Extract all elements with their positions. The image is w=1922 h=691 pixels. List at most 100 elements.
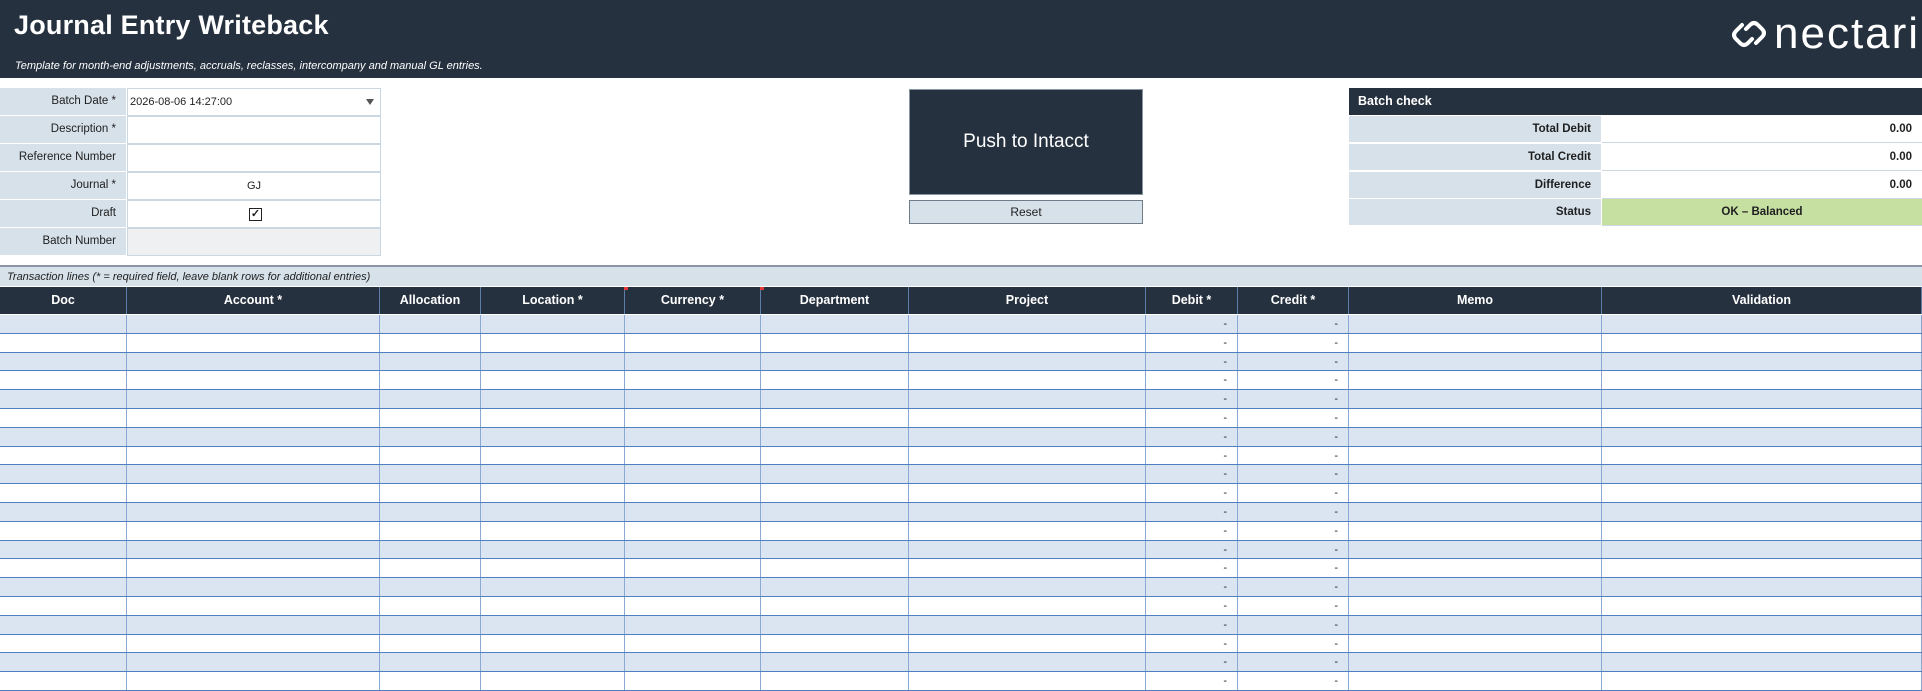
table-cell-department[interactable] bbox=[761, 315, 909, 333]
table-cell-validation[interactable] bbox=[1602, 465, 1922, 484]
table-cell-debit[interactable]: - bbox=[1146, 672, 1238, 690]
table-cell-doc[interactable] bbox=[0, 484, 127, 502]
table-cell-account[interactable] bbox=[127, 315, 380, 333]
table-cell-currency[interactable] bbox=[625, 484, 761, 502]
table-cell-doc[interactable] bbox=[0, 597, 127, 615]
table-cell-validation[interactable] bbox=[1602, 615, 1922, 634]
table-cell-department[interactable] bbox=[761, 465, 909, 484]
table-cell-currency[interactable] bbox=[625, 409, 761, 427]
table-cell-currency[interactable] bbox=[625, 653, 761, 672]
table-cell-doc[interactable] bbox=[0, 427, 127, 446]
table-cell-account[interactable] bbox=[127, 559, 380, 578]
table-cell-debit[interactable]: - bbox=[1146, 540, 1238, 559]
table-cell-project[interactable] bbox=[909, 597, 1146, 615]
table-cell-credit[interactable]: - bbox=[1238, 540, 1349, 559]
table-cell-allocation[interactable] bbox=[380, 597, 481, 615]
table-cell-location[interactable] bbox=[481, 409, 625, 427]
table-cell-credit[interactable]: - bbox=[1238, 352, 1349, 371]
table-cell-doc[interactable] bbox=[0, 446, 127, 465]
table-cell-validation[interactable] bbox=[1602, 446, 1922, 465]
table-cell-department[interactable] bbox=[761, 427, 909, 446]
table-cell-currency[interactable] bbox=[625, 540, 761, 559]
table-cell-allocation[interactable] bbox=[380, 465, 481, 484]
table-cell-department[interactable] bbox=[761, 371, 909, 390]
table-cell-memo[interactable] bbox=[1349, 597, 1602, 615]
table-cell-account[interactable] bbox=[127, 615, 380, 634]
table-cell-debit[interactable]: - bbox=[1146, 465, 1238, 484]
table-cell-location[interactable] bbox=[481, 597, 625, 615]
table-cell-doc[interactable] bbox=[0, 371, 127, 390]
table-cell-doc[interactable] bbox=[0, 634, 127, 653]
table-cell-location[interactable] bbox=[481, 465, 625, 484]
table-cell-allocation[interactable] bbox=[380, 559, 481, 578]
table-cell-credit[interactable]: - bbox=[1238, 521, 1349, 540]
table-cell-memo[interactable] bbox=[1349, 484, 1602, 502]
table-cell-validation[interactable] bbox=[1602, 634, 1922, 653]
table-cell-department[interactable] bbox=[761, 333, 909, 352]
table-cell-account[interactable] bbox=[127, 333, 380, 352]
table-cell-account[interactable] bbox=[127, 540, 380, 559]
table-cell-location[interactable] bbox=[481, 427, 625, 446]
table-cell-project[interactable] bbox=[909, 559, 1146, 578]
table-cell-project[interactable] bbox=[909, 578, 1146, 596]
reference-field[interactable] bbox=[127, 144, 381, 172]
table-cell-memo[interactable] bbox=[1349, 465, 1602, 484]
journal-field[interactable]: GJ bbox=[127, 172, 381, 200]
table-cell-debit[interactable]: - bbox=[1146, 578, 1238, 596]
dropdown-arrow-icon[interactable] bbox=[366, 99, 374, 105]
table-cell-allocation[interactable] bbox=[380, 578, 481, 596]
table-cell-debit[interactable]: - bbox=[1146, 315, 1238, 333]
table-cell-validation[interactable] bbox=[1602, 521, 1922, 540]
table-cell-credit[interactable]: - bbox=[1238, 634, 1349, 653]
table-cell-debit[interactable]: - bbox=[1146, 503, 1238, 521]
table-cell-validation[interactable] bbox=[1602, 390, 1922, 408]
table-cell-validation[interactable] bbox=[1602, 484, 1922, 502]
table-cell-project[interactable] bbox=[909, 540, 1146, 559]
table-cell-location[interactable] bbox=[481, 352, 625, 371]
table-cell-doc[interactable] bbox=[0, 653, 127, 672]
table-cell-allocation[interactable] bbox=[380, 634, 481, 653]
draft-checkbox[interactable]: ✓ bbox=[249, 208, 262, 221]
table-cell-project[interactable] bbox=[909, 315, 1146, 333]
table-cell-currency[interactable] bbox=[625, 446, 761, 465]
table-cell-doc[interactable] bbox=[0, 521, 127, 540]
table-cell-department[interactable] bbox=[761, 409, 909, 427]
table-cell-currency[interactable] bbox=[625, 559, 761, 578]
table-cell-account[interactable] bbox=[127, 634, 380, 653]
table-cell-department[interactable] bbox=[761, 578, 909, 596]
table-cell-credit[interactable]: - bbox=[1238, 446, 1349, 465]
table-cell-memo[interactable] bbox=[1349, 390, 1602, 408]
table-cell-validation[interactable] bbox=[1602, 672, 1922, 690]
table-cell-currency[interactable] bbox=[625, 333, 761, 352]
table-cell-memo[interactable] bbox=[1349, 559, 1602, 578]
table-cell-location[interactable] bbox=[481, 559, 625, 578]
table-cell-debit[interactable]: - bbox=[1146, 521, 1238, 540]
table-cell-department[interactable] bbox=[761, 503, 909, 521]
table-cell-debit[interactable]: - bbox=[1146, 653, 1238, 672]
table-cell-department[interactable] bbox=[761, 672, 909, 690]
table-cell-debit[interactable]: - bbox=[1146, 390, 1238, 408]
table-cell-location[interactable] bbox=[481, 315, 625, 333]
table-cell-doc[interactable] bbox=[0, 390, 127, 408]
table-cell-allocation[interactable] bbox=[380, 672, 481, 690]
table-cell-validation[interactable] bbox=[1602, 315, 1922, 333]
table-cell-account[interactable] bbox=[127, 427, 380, 446]
description-field[interactable] bbox=[127, 116, 381, 144]
table-cell-validation[interactable] bbox=[1602, 540, 1922, 559]
table-cell-account[interactable] bbox=[127, 390, 380, 408]
table-cell-allocation[interactable] bbox=[380, 315, 481, 333]
table-cell-debit[interactable]: - bbox=[1146, 484, 1238, 502]
table-cell-location[interactable] bbox=[481, 446, 625, 465]
table-cell-department[interactable] bbox=[761, 634, 909, 653]
table-cell-debit[interactable]: - bbox=[1146, 427, 1238, 446]
table-cell-memo[interactable] bbox=[1349, 521, 1602, 540]
table-cell-validation[interactable] bbox=[1602, 653, 1922, 672]
table-cell-department[interactable] bbox=[761, 559, 909, 578]
table-cell-allocation[interactable] bbox=[380, 540, 481, 559]
table-cell-allocation[interactable] bbox=[380, 427, 481, 446]
table-cell-account[interactable] bbox=[127, 578, 380, 596]
table-cell-debit[interactable]: - bbox=[1146, 597, 1238, 615]
table-cell-validation[interactable] bbox=[1602, 409, 1922, 427]
table-cell-validation[interactable] bbox=[1602, 427, 1922, 446]
table-cell-account[interactable] bbox=[127, 503, 380, 521]
